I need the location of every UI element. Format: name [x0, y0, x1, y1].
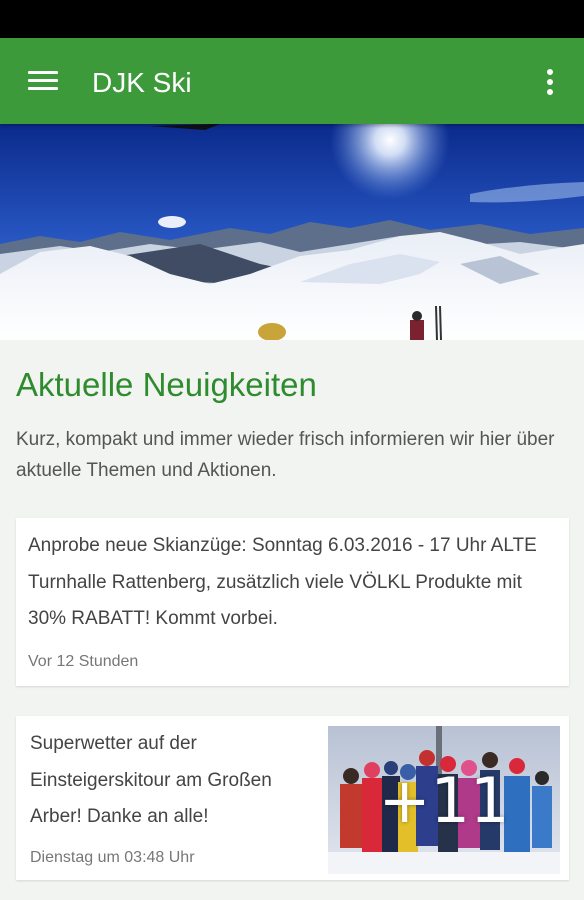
news-card-photo-group[interactable]: +11 — [328, 726, 560, 874]
hamburger-menu-icon[interactable] — [28, 69, 58, 93]
status-bar — [0, 0, 584, 38]
news-card-text: Superwetter auf der Einsteigerskitour am… — [30, 733, 272, 827]
news-card-timestamp: Vor 12 Stunden — [28, 653, 139, 670]
news-card[interactable]: Superwetter auf der Einsteigerskitour am… — [16, 716, 569, 880]
section-title: Aktuelle Neuigkeiten — [16, 366, 317, 403]
header-image-mountain-panorama — [0, 124, 584, 340]
more-vert-icon[interactable] — [538, 66, 562, 98]
news-card-text: Anprobe neue Skianzüge: Sonntag 6.03.201… — [28, 535, 537, 629]
news-card[interactable]: Anprobe neue Skianzüge: Sonntag 6.03.201… — [16, 518, 569, 686]
section-description: Kurz, kompakt und immer wieder frisch in… — [16, 429, 555, 481]
news-card-timestamp: Dienstag um 03:48 Uhr — [30, 849, 195, 866]
app-title: DJK Ski — [92, 67, 192, 98]
app-bar: DJK Ski — [0, 38, 584, 124]
more-photos-count: +11 — [378, 763, 510, 837]
